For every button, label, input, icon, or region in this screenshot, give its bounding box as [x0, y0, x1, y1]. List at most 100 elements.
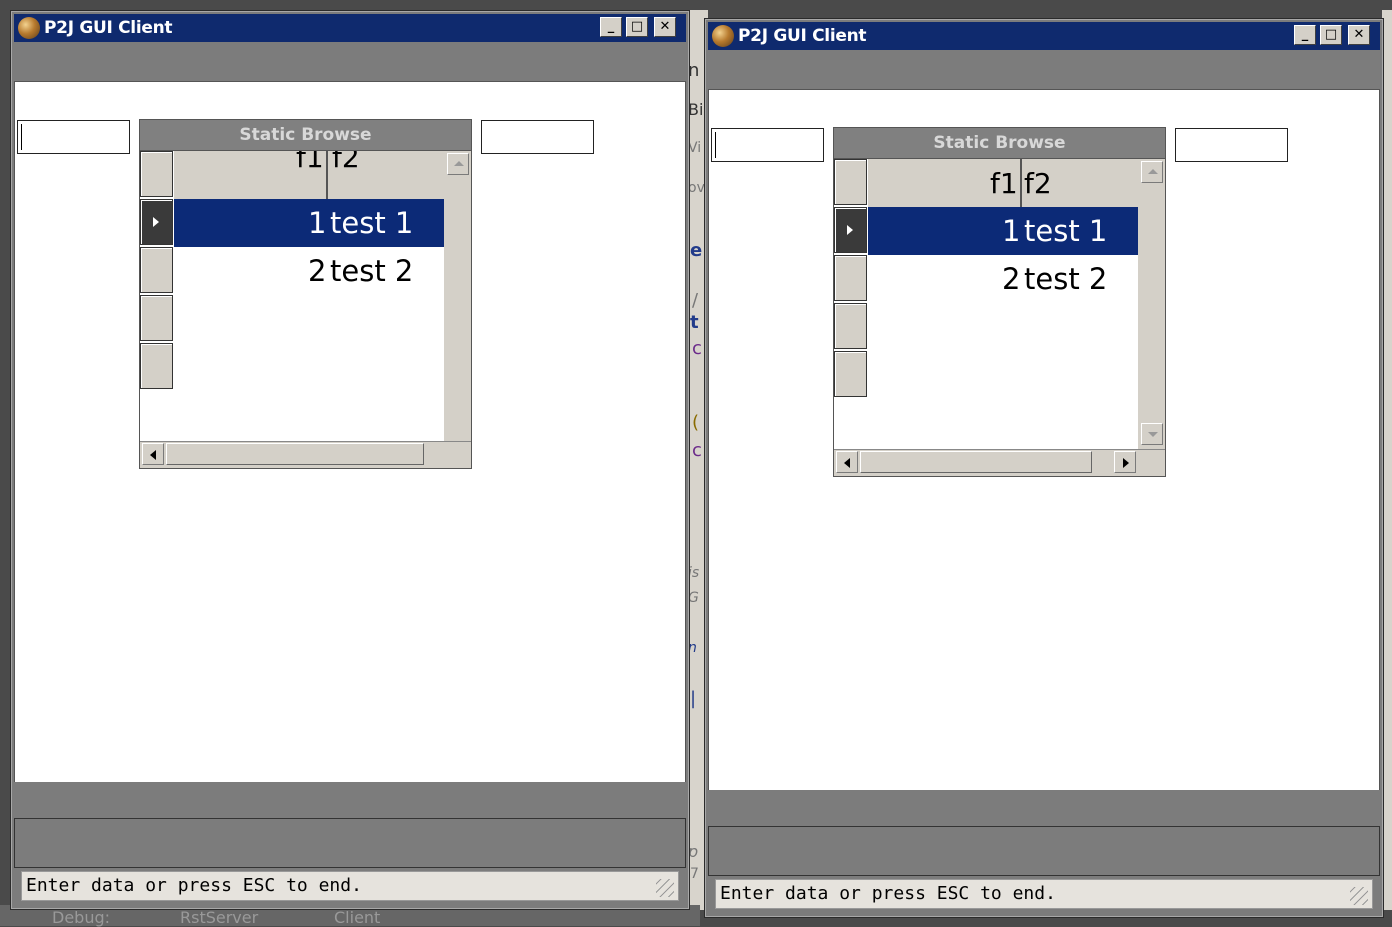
menu-bar: [14, 43, 686, 81]
client-area: Static Browse f1 f2 1 test 1 2 test 2: [708, 89, 1380, 791]
taskbar-item-debug[interactable]: Debug:: [52, 908, 110, 927]
window-title: P2J GUI Client: [44, 18, 173, 38]
browse-column-header: f1 f2: [174, 151, 444, 199]
horizontal-scrollbar[interactable]: [834, 449, 1165, 475]
fill-in-field-left[interactable]: [711, 128, 824, 162]
cell-f1: 1: [308, 206, 327, 240]
current-row-arrow-icon: [153, 217, 159, 227]
background-text: t: [690, 312, 699, 333]
message-area: [14, 818, 686, 868]
status-bar: Enter data or press ESC to end.: [715, 879, 1373, 909]
title-bar[interactable]: P2J GUI Client _ □ ✕: [708, 22, 1380, 50]
maximize-button[interactable]: □: [626, 17, 648, 37]
browse-row-selected[interactable]: 1 test 1: [174, 199, 444, 247]
scroll-left-icon: [150, 450, 156, 460]
background-text: 7: [690, 866, 699, 882]
cell-f2: test 1: [330, 206, 414, 240]
row-marker[interactable]: [834, 351, 867, 397]
column-separator: [326, 151, 328, 199]
scroll-up-button[interactable]: [1141, 161, 1163, 183]
cell-f2: test 2: [330, 254, 414, 288]
browse-grid: f1 f2 1 test 1 2 test 2: [834, 159, 1138, 449]
window-title: P2J GUI Client: [738, 26, 867, 46]
background-text: Bi: [688, 100, 704, 119]
app-logo-icon: [712, 25, 734, 47]
scroll-up-icon: [454, 161, 464, 166]
background-text: (: [692, 412, 700, 433]
vertical-scrollbar[interactable]: [1139, 159, 1165, 449]
status-bar: Enter data or press ESC to end.: [21, 871, 679, 901]
row-marker-current[interactable]: [834, 207, 867, 253]
scroll-thumb[interactable]: [860, 451, 1092, 473]
background-text: |: [690, 688, 697, 709]
taskbar-item-client[interactable]: Client: [334, 908, 380, 927]
scroll-down-button[interactable]: [1141, 423, 1163, 445]
scroll-thumb[interactable]: [166, 443, 424, 465]
fill-in-field-right[interactable]: [1175, 128, 1288, 162]
maximize-button[interactable]: □: [1320, 25, 1342, 45]
resize-grip-icon[interactable]: [1350, 887, 1368, 905]
cell-f1: 1: [1002, 214, 1021, 248]
row-marker[interactable]: [834, 255, 867, 301]
message-area: [708, 826, 1380, 876]
scroll-left-button[interactable]: [836, 451, 858, 473]
client-window-right: P2J GUI Client _ □ ✕ Static Browse f1 f2…: [704, 18, 1384, 918]
column-header-f1: f1: [990, 167, 1018, 200]
column-header-f2: f2: [332, 151, 360, 174]
scroll-left-button[interactable]: [142, 443, 164, 465]
app-logo-icon: [18, 17, 40, 39]
scroll-right-button[interactable]: [1114, 451, 1136, 473]
scroll-down-icon: [1148, 432, 1158, 437]
current-row-arrow-icon: [847, 225, 853, 235]
browse-row[interactable]: 2 test 2: [868, 255, 1138, 303]
browse-title: Static Browse: [834, 128, 1165, 159]
fill-in-field-left[interactable]: [17, 120, 130, 154]
resize-grip-icon[interactable]: [656, 879, 674, 897]
client-area: Static Browse f1 f2 1 test 1 2 test 2: [14, 81, 686, 783]
column-separator: [1020, 159, 1022, 207]
minimize-button[interactable]: _: [1294, 25, 1316, 45]
scroll-up-icon: [1148, 169, 1158, 174]
separator-band: [14, 782, 686, 818]
column-header-f1: f1: [296, 151, 324, 174]
separator-band: [708, 790, 1380, 826]
row-marker[interactable]: [140, 151, 173, 197]
close-button[interactable]: ✕: [1348, 25, 1370, 45]
close-button[interactable]: ✕: [654, 17, 676, 37]
row-marker[interactable]: [140, 247, 173, 293]
row-marker[interactable]: [140, 295, 173, 341]
cell-f1: 2: [1002, 262, 1021, 296]
background-text: /: [692, 290, 699, 311]
status-text: Enter data or press ESC to end.: [720, 883, 1056, 904]
minimize-button[interactable]: _: [600, 17, 622, 37]
background-text: c: [692, 440, 702, 461]
horizontal-scrollbar[interactable]: [140, 441, 471, 467]
browse-column-header: f1 f2: [868, 159, 1138, 207]
static-browse[interactable]: Static Browse f1 f2 1 test 1 2 test 2: [139, 119, 472, 469]
scroll-up-button[interactable]: [447, 153, 469, 175]
status-text: Enter data or press ESC to end.: [26, 875, 362, 896]
row-marker-current[interactable]: [140, 199, 173, 245]
browse-row[interactable]: 2 test 2: [174, 247, 444, 295]
scroll-right-icon: [1123, 458, 1129, 468]
cell-f2: test 1: [1024, 214, 1108, 248]
browse-grid: f1 f2 1 test 1 2 test 2: [140, 151, 444, 441]
text-caret: [715, 132, 716, 158]
cell-f2: test 2: [1024, 262, 1108, 296]
browse-title: Static Browse: [140, 120, 471, 151]
static-browse[interactable]: Static Browse f1 f2 1 test 1 2 test 2: [833, 127, 1166, 477]
column-header-f2: f2: [1024, 167, 1052, 200]
text-caret: [21, 124, 22, 150]
taskbar-item-rstserver[interactable]: RstServer: [180, 908, 258, 927]
row-marker[interactable]: [140, 343, 173, 389]
scroll-left-icon: [844, 458, 850, 468]
row-marker[interactable]: [834, 303, 867, 349]
row-marker[interactable]: [834, 159, 867, 205]
title-bar[interactable]: P2J GUI Client _ □ ✕: [14, 14, 686, 42]
client-window-left: P2J GUI Client _ □ ✕ Static Browse f1 f2: [10, 10, 690, 910]
browse-row-selected[interactable]: 1 test 1: [868, 207, 1138, 255]
vertical-scrollbar[interactable]: [445, 151, 471, 441]
fill-in-field-right[interactable]: [481, 120, 594, 154]
background-text: ov: [688, 180, 705, 196]
cell-f1: 2: [308, 254, 327, 288]
